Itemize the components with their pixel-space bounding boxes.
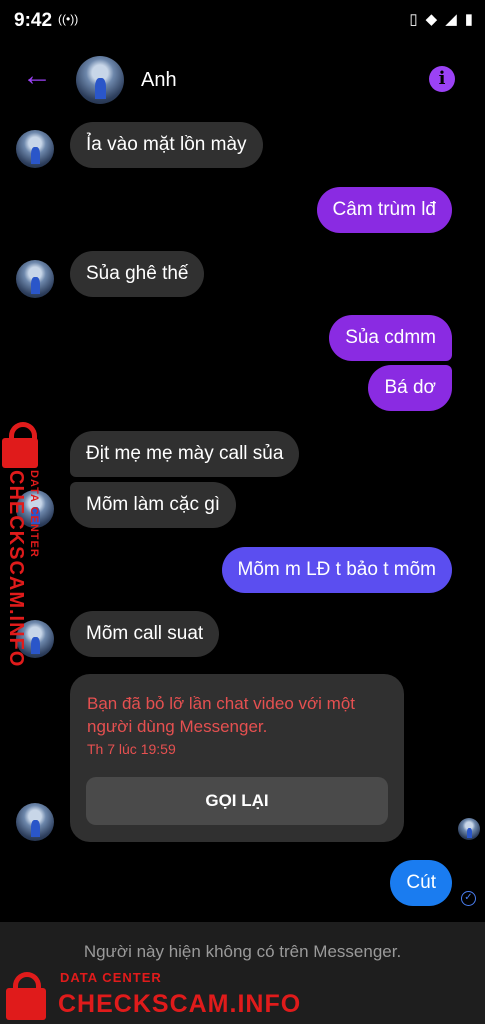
missed-video-call-card: Bạn đã bỏ lỡ lần chat video với một ngườ… [70, 674, 404, 842]
watermark-bottom-line2: CHECKSCAM.INFO [58, 990, 302, 1018]
read-receipt-avatar [458, 818, 480, 840]
back-arrow-icon[interactable]: ← [22, 61, 52, 92]
unavailable-notice: Người này hiện không có trên Messenger. [83, 942, 402, 961]
status-bar: 9:42 ((•)) ▯ ◆ ◢ ▮ [0, 0, 485, 44]
watermark-bottom: DATA CENTER CHECKSCAM.INFO [0, 960, 300, 1024]
call-back-button[interactable]: GỌI LẠI [86, 777, 388, 825]
contact-name[interactable]: Anh [141, 69, 177, 92]
contact-avatar[interactable] [76, 56, 124, 104]
wifi-icon: ◆ [425, 11, 438, 28]
sent-check-icon: ✓ [461, 891, 476, 906]
signal-icon: ◢ [445, 11, 457, 28]
info-icon[interactable]: i [429, 66, 455, 92]
avatar [16, 260, 54, 298]
lock-icon [6, 972, 46, 1020]
hotspot-icon: ((•)) [58, 12, 79, 26]
message-incoming[interactable]: Địt mẹ mẹ mày call sủa [70, 431, 300, 477]
message-outgoing[interactable]: Mõm m LĐ t bảo t mõm [221, 547, 452, 593]
watermark-bottom-line1: DATA CENTER [60, 970, 162, 985]
avatar [16, 803, 54, 841]
watermark-side-line1: DATA CENTER [28, 470, 40, 558]
message-outgoing[interactable]: Sủa cdmm [329, 315, 452, 361]
status-time: 9:42 [14, 10, 53, 31]
watermark-side-line2: CHECKSCAM.INFO [5, 470, 27, 668]
message-incoming[interactable]: Mõm call suat [70, 611, 220, 657]
battery-icon: ▮ [464, 11, 473, 28]
message-outgoing[interactable]: Câm trùm lđ [316, 187, 452, 233]
message-incoming[interactable]: Sủa ghê thế [70, 251, 205, 297]
missed-call-text: Bạn đã bỏ lỡ lần chat video với một ngườ… [87, 694, 355, 736]
message-outgoing[interactable]: Cút [390, 860, 452, 906]
avatar [16, 130, 54, 168]
conversation-header: ← Anh i [0, 52, 485, 110]
message-incoming[interactable]: Ỉa vào mặt lồn mày [70, 122, 263, 168]
vibrate-icon: ▯ [409, 11, 418, 28]
lock-icon [2, 422, 38, 468]
message-outgoing[interactable]: Bá dơ [368, 365, 452, 411]
watermark-side: DATA CENTER CHECKSCAM.INFO [0, 420, 60, 667]
missed-call-time: Th 7 lúc 19:59 [87, 741, 176, 757]
status-icons: ▯ ◆ ◢ ▮ [409, 10, 473, 28]
message-incoming[interactable]: Mõm làm cặc gì [70, 482, 237, 528]
